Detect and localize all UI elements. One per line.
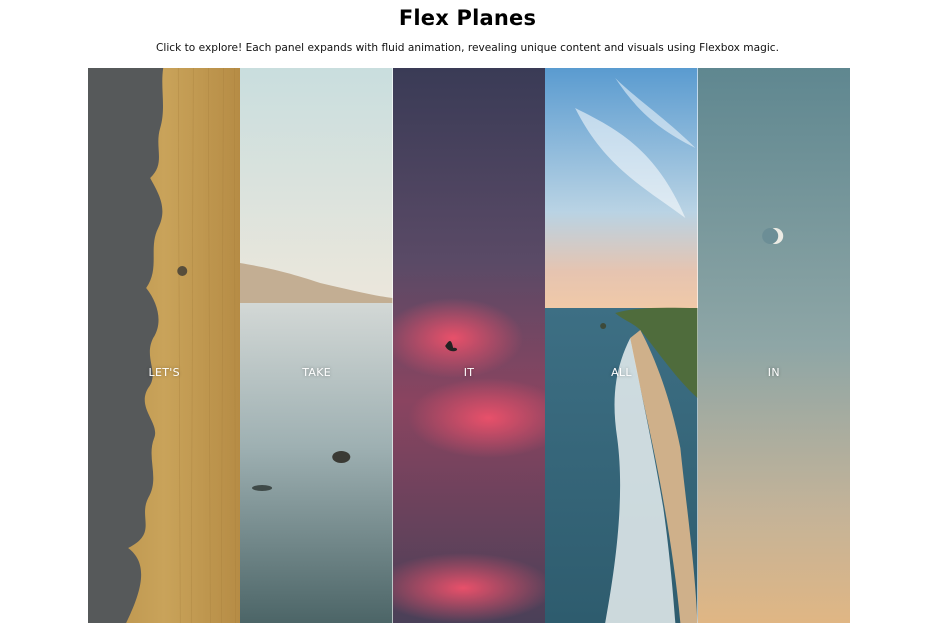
panel-label: TAKE <box>302 366 331 379</box>
panel-it[interactable]: IT <box>392 68 546 623</box>
moon-sky-image <box>697 68 850 623</box>
panel-in[interactable]: IN <box>697 68 850 623</box>
bird-clouds-image <box>392 68 546 623</box>
page-title: Flex Planes <box>398 6 537 30</box>
sandy-shore-image <box>88 68 241 623</box>
swimmer-sea-image <box>240 68 393 623</box>
page-subtitle: Click to explore! Each panel expands wit… <box>156 42 779 54</box>
panel-label: LET'S <box>148 366 180 379</box>
panel-lets[interactable]: LET'S <box>88 68 241 623</box>
panel-label: IT <box>463 366 475 379</box>
panel-label: ALL <box>611 366 632 379</box>
flex-panels: LET'S TAKE IT ALL IN <box>88 68 850 623</box>
panel-all[interactable]: ALL <box>545 68 698 623</box>
panel-label: IN <box>767 366 780 379</box>
coastline-image <box>545 68 698 623</box>
panel-take[interactable]: TAKE <box>240 68 393 623</box>
